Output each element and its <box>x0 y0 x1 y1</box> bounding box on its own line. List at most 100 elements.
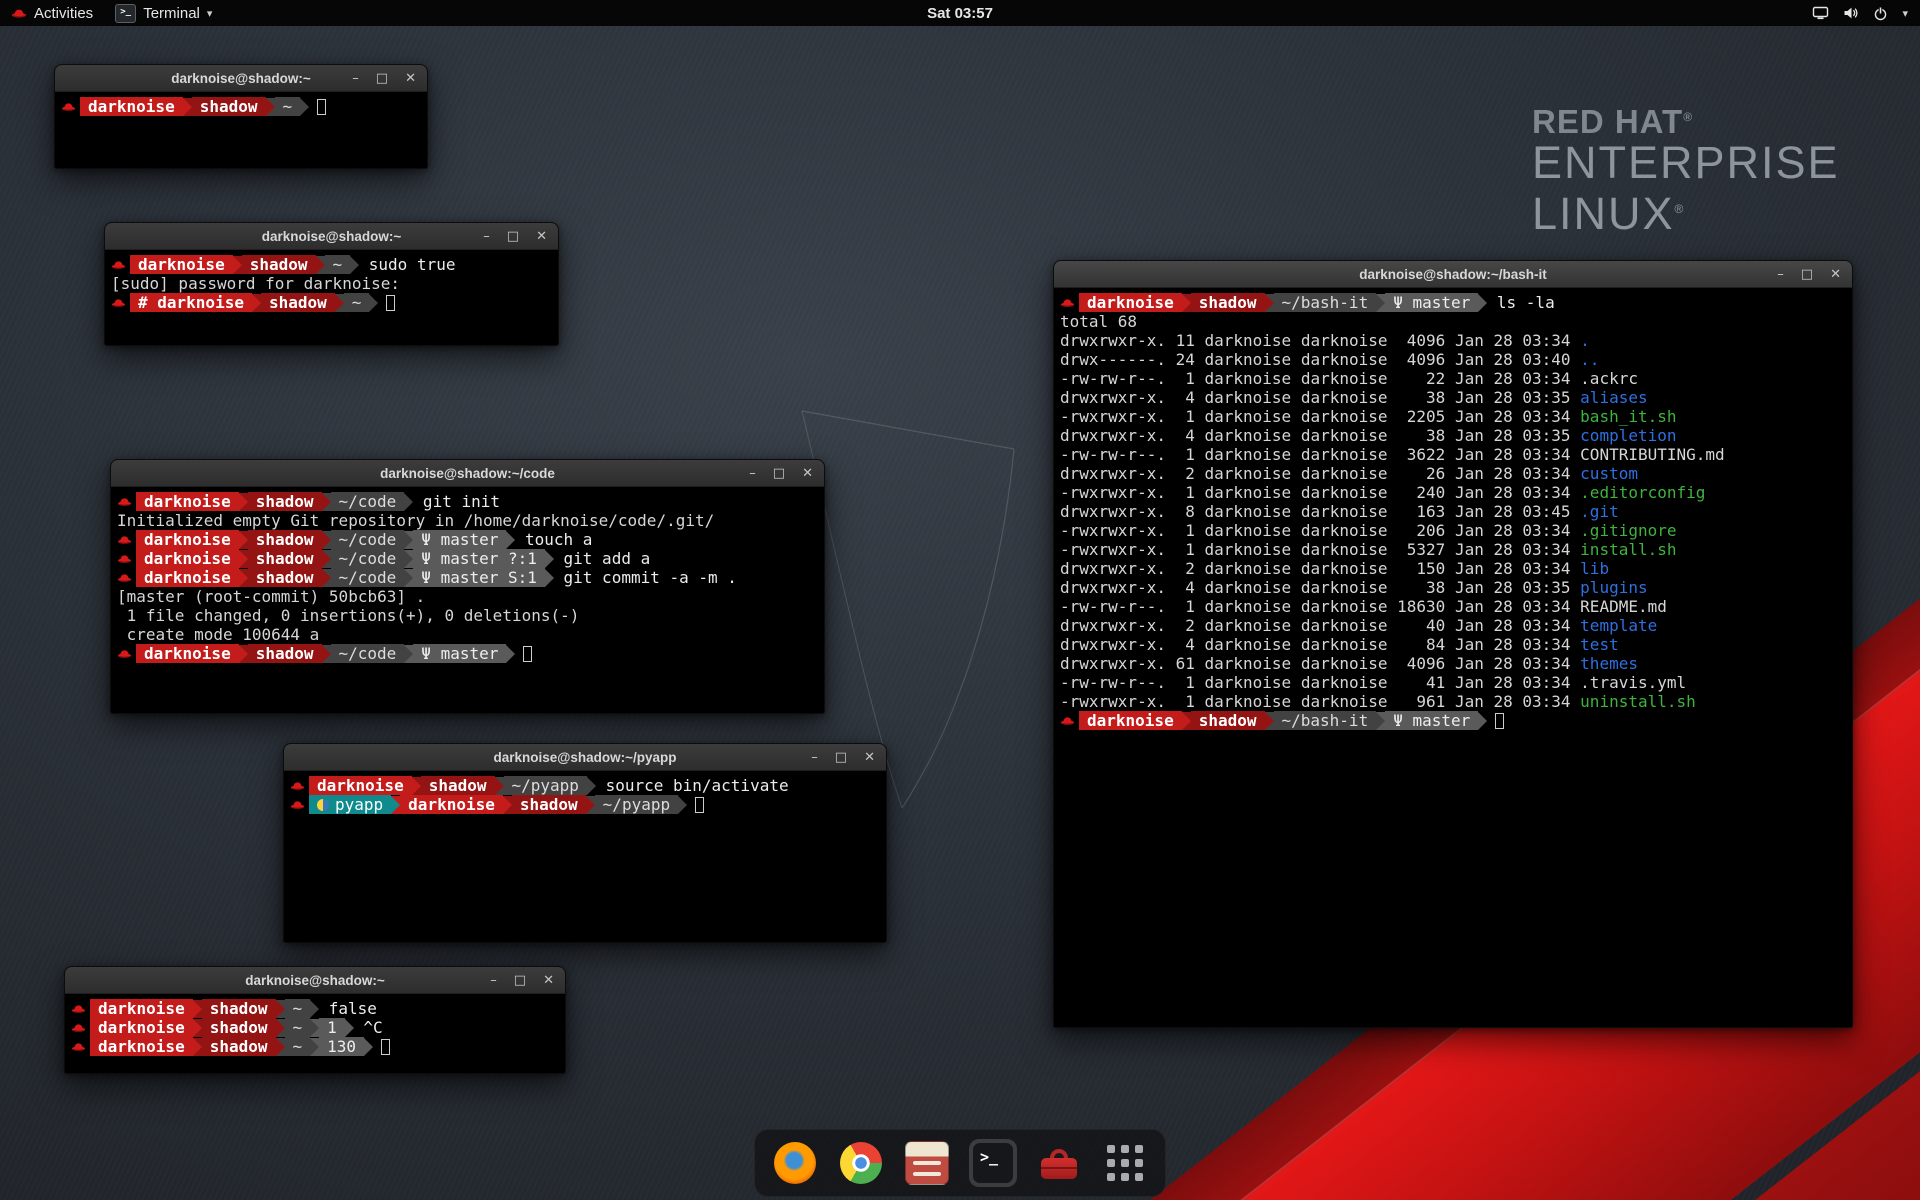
redhat-prompt-icon <box>117 534 132 546</box>
powerline-arrow-icon <box>239 645 248 663</box>
minimize-button[interactable]: – <box>483 230 490 243</box>
maximize-button[interactable]: □ <box>514 974 526 987</box>
terminal-line: darknoiseshadow~/codeΨ master <box>117 644 818 663</box>
command-text: source bin/activate <box>596 776 789 795</box>
terminal-line: -rw-rw-r--. 1 darknoise darknoise 3622 J… <box>1060 445 1846 464</box>
power-icon[interactable] <box>1873 6 1888 21</box>
prompt-segment-git: 130 <box>319 1037 364 1056</box>
output-text: -rwxrwxr-x. 1 darknoise darknoise 2205 J… <box>1060 407 1580 426</box>
maximize-button[interactable]: □ <box>1801 268 1813 281</box>
redhat-logo-icon <box>11 7 27 20</box>
window-titlebar[interactable]: darknoise@shadow:~/code–□✕ <box>111 460 824 487</box>
dock-item-files[interactable] <box>903 1139 951 1187</box>
output-text: -rwxrwxr-x. 1 darknoise darknoise 961 Ja… <box>1060 692 1580 711</box>
terminal-body[interactable]: darknoiseshadow~ sudo true[sudo] passwor… <box>105 250 558 345</box>
dock-item-terminal[interactable]: >_ <box>969 1139 1017 1187</box>
chevron-down-icon[interactable]: ▾ <box>1902 7 1908 20</box>
terminal-cursor <box>386 295 395 311</box>
dock-item-chrome[interactable] <box>837 1139 885 1187</box>
command-text: git add a <box>554 549 650 568</box>
prompt-segment-user: darknoise <box>136 530 239 549</box>
dock-item-app-grid[interactable] <box>1101 1139 1149 1187</box>
output-text: drwxrwxr-x. 4 darknoise darknoise 84 Jan… <box>1060 635 1580 654</box>
terminal-line: drwxrwxr-x. 8 darknoise darknoise 163 Ja… <box>1060 502 1846 521</box>
chrome-icon <box>840 1142 882 1184</box>
firefox-icon <box>774 1142 816 1184</box>
clock[interactable]: Sat 03:57 <box>927 5 993 22</box>
output-text: .git <box>1580 502 1619 521</box>
terminal-line: drwx------. 24 darknoise darknoise 4096 … <box>1060 350 1846 369</box>
maximize-button[interactable]: □ <box>376 72 388 85</box>
activities-button[interactable]: Activities <box>0 0 104 26</box>
minimize-button[interactable]: – <box>1777 268 1784 281</box>
powerline-arrow-icon <box>1265 712 1274 730</box>
prompt-segment-user: darknoise <box>130 255 233 274</box>
powerline-arrow-icon <box>322 569 331 587</box>
prompt-segment-host: shadow <box>248 530 322 549</box>
close-button[interactable]: ✕ <box>543 974 554 987</box>
powerline-arrow-icon <box>1376 294 1385 312</box>
minimize-button[interactable]: – <box>811 751 818 764</box>
powerline-arrow-icon <box>506 531 515 549</box>
powerline-arrow-icon <box>391 796 400 814</box>
window-titlebar[interactable]: darknoise@shadow:~/bash-it–□✕ <box>1054 261 1852 288</box>
output-text: .editorconfig <box>1580 483 1705 502</box>
redhat-prompt-icon <box>111 297 126 309</box>
minimize-button[interactable]: – <box>749 467 756 480</box>
output-text: test <box>1580 635 1619 654</box>
terminal-line: darknoiseshadow~130 <box>71 1037 559 1056</box>
window-controls: – □ ✕ <box>1777 261 1841 287</box>
terminal-body[interactable]: darknoiseshadow~/code git initInitialize… <box>111 487 824 713</box>
dock-item-firefox[interactable] <box>771 1139 819 1187</box>
maximize-button[interactable]: □ <box>835 751 847 764</box>
powerline-arrow-icon <box>587 777 596 795</box>
output-text: .gitignore <box>1580 521 1676 540</box>
terminal-line: -rw-rw-r--. 1 darknoise darknoise 22 Jan… <box>1060 369 1846 388</box>
close-button[interactable]: ✕ <box>802 467 813 480</box>
window-titlebar[interactable]: darknoise@shadow:~–□✕ <box>105 223 558 250</box>
terminal-window-sudo: darknoise@shadow:~–□✕darknoiseshadow~ su… <box>104 222 559 346</box>
prompt-segment-user: darknoise <box>400 795 503 814</box>
window-titlebar[interactable]: darknoise@shadow:~–□✕ <box>65 967 565 994</box>
prompt-segment-host: shadow <box>248 568 322 587</box>
terminal-line: # darknoiseshadow~ <box>111 293 552 312</box>
maximize-button[interactable]: □ <box>507 230 519 243</box>
terminal-body[interactable]: darknoiseshadow~/pyapp source bin/activa… <box>284 771 886 942</box>
window-titlebar[interactable]: darknoise@shadow:~/pyapp–□✕ <box>284 744 886 771</box>
close-button[interactable]: ✕ <box>536 230 547 243</box>
terminal-body[interactable]: darknoiseshadow~/bash-itΨ master ls -lat… <box>1054 288 1852 1027</box>
dock-item-software-toolbox[interactable] <box>1035 1139 1083 1187</box>
volume-icon[interactable] <box>1843 6 1859 20</box>
powerline-arrow-icon <box>364 1038 373 1056</box>
prompt-segment-venv: pyapp <box>309 795 391 814</box>
terminal-line: drwxrwxr-x. 61 darknoise darknoise 4096 … <box>1060 654 1846 673</box>
redhat-prompt-icon <box>290 780 305 792</box>
prompt-segment-path: ~/bash-it <box>1274 293 1377 312</box>
terminal-line: Initialized empty Git repository in /hom… <box>117 511 818 530</box>
close-button[interactable]: ✕ <box>405 72 416 85</box>
close-button[interactable]: ✕ <box>864 751 875 764</box>
output-text: -rwxrwxr-x. 1 darknoise darknoise 206 Ja… <box>1060 521 1580 540</box>
output-text: custom <box>1580 464 1638 483</box>
output-text: bash_it.sh <box>1580 407 1676 426</box>
status-menu[interactable]: ▾ <box>1812 0 1920 26</box>
prompt-segment-host: shadow <box>248 644 322 663</box>
minimize-button[interactable]: – <box>352 72 359 85</box>
command-text: ls -la <box>1487 293 1554 312</box>
app-menu-terminal[interactable]: >_ Terminal ▾ <box>104 0 223 26</box>
chevron-down-icon: ▾ <box>207 7 213 20</box>
minimize-button[interactable]: – <box>490 974 497 987</box>
command-text: false <box>319 999 377 1018</box>
terminal-line: -rwxrwxr-x. 1 darknoise darknoise 5327 J… <box>1060 540 1846 559</box>
display-icon[interactable] <box>1812 6 1829 20</box>
maximize-button[interactable]: □ <box>773 467 785 480</box>
terminal-body[interactable]: darknoiseshadow~ <box>55 92 427 168</box>
close-button[interactable]: ✕ <box>1830 268 1841 281</box>
terminal-line: drwxrwxr-x. 11 darknoise darknoise 4096 … <box>1060 331 1846 350</box>
prompt-segment-host: shadow <box>261 293 335 312</box>
powerline-arrow-icon <box>193 1019 202 1037</box>
window-titlebar[interactable]: darknoise@shadow:~–□✕ <box>55 65 427 92</box>
output-text: -rw-rw-r--. 1 darknoise darknoise 3622 J… <box>1060 445 1580 464</box>
prompt-segment-user: darknoise <box>136 644 239 663</box>
terminal-body[interactable]: darknoiseshadow~ falsedarknoiseshadow~1 … <box>65 994 565 1073</box>
